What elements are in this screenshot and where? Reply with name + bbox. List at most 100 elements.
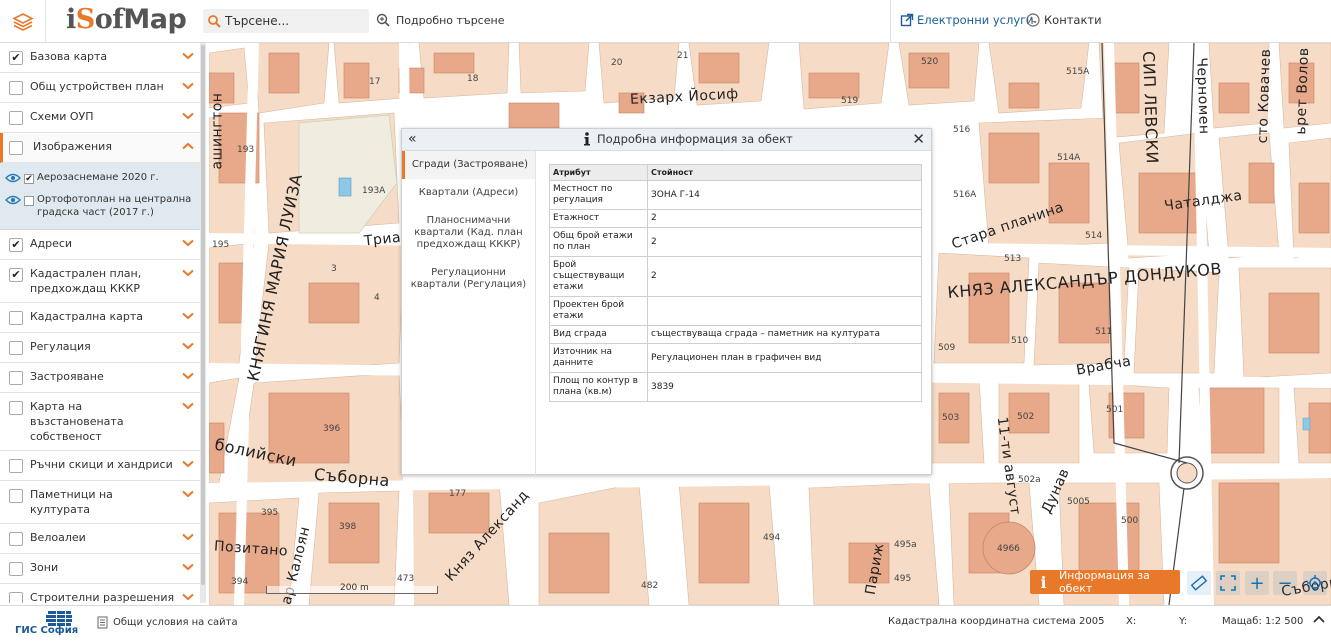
tab-regulation-quarters[interactable]: Регулационни квартали (Регулация) [402,259,535,299]
info-icon [584,132,590,146]
chevron-down-icon[interactable] [182,239,194,247]
terms-label: Общи условия на сайта [113,617,238,628]
chevron-down-icon[interactable] [182,563,194,571]
chevron-down-icon[interactable] [182,372,194,380]
chevron-down-icon[interactable] [182,533,194,541]
layer-checkbox[interactable] [9,532,23,546]
layer-row-buildings[interactable]: Застрояване [0,363,202,393]
layer-row-restored-property[interactable]: Карта на възстановената собственост [0,393,202,451]
object-info-button[interactable]: i Информация за обект [1030,569,1180,595]
attribute-cell: Източник на данните [549,343,648,373]
building-number: 193 [237,145,255,155]
contacts-link[interactable]: Контакти [1026,13,1102,27]
layer-row-monuments[interactable]: Паметници на културата [0,481,202,524]
measure-button[interactable] [1187,571,1211,595]
eservices-label: Електронни услуги [917,13,1034,27]
scrollbar-thumb[interactable] [201,45,205,585]
chevron-down-icon[interactable] [182,342,194,350]
terms-link[interactable]: Общи условия на сайта [97,616,238,629]
locate-button[interactable] [1303,571,1327,595]
layer-checkbox[interactable] [9,141,23,155]
table-row: Проектен брой етажи [549,296,922,326]
layer-row-zones[interactable]: Зони [0,554,202,584]
layer-checkbox[interactable] [9,562,23,576]
eservices-link[interactable]: Електронни услуги [900,13,1034,27]
building-number: 502а [1018,475,1041,485]
collapse-left-icon[interactable]: « [408,132,417,146]
layer-checkbox-checked[interactable]: ✔ [9,268,23,282]
chevron-down-icon[interactable] [182,490,194,498]
layers-toggle-button[interactable] [0,0,46,43]
building-number: 514А [1057,153,1081,163]
layer-checkbox-checked[interactable]: ✔ [9,238,23,252]
search-box[interactable] [203,9,369,33]
tab-buildings[interactable]: Сгради (Застрояване) [402,151,535,179]
layer-label: Изображения [33,140,112,153]
attributes-table: Атрибут Стойност Местност по регулация ЗО… [549,164,922,402]
minus-icon: − [1277,572,1293,594]
chevron-down-icon[interactable] [182,593,194,601]
chevron-down-icon[interactable] [182,112,194,120]
layer-checkbox-checked[interactable]: ✔ [9,51,23,65]
layer-row-bike-lanes[interactable]: Велоалеи [0,524,202,554]
building-number: 396 [323,424,341,434]
layer-label: Зони [30,561,59,574]
building-number: 195 [212,240,230,250]
layer-row-addresses[interactable]: ✔ Адреси [0,230,202,260]
locate-icon [1307,575,1323,591]
table-row: Брой съществуващи етажи 2 [549,256,922,297]
tab-quarters-addresses[interactable]: Квартали (Адреси) [402,179,535,207]
layer-row-base-map[interactable]: ✔ Базова карта [0,43,202,73]
zoom-in-button[interactable]: + [1245,571,1269,595]
chevron-down-icon[interactable] [182,460,194,468]
layer-checkbox[interactable] [9,592,23,603]
layer-checkbox[interactable] [9,401,23,415]
layer-row-cadastral-plan[interactable]: ✔ Кадастрален план, предхождащ КККР [0,260,202,303]
chevron-down-icon[interactable] [182,269,194,277]
layer-row-cadastral-map[interactable]: Кадастрална карта [0,303,202,333]
fullscreen-button[interactable] [1216,571,1240,595]
building-number: 516А [953,190,977,200]
layer-row-general-plan[interactable]: Общ устройствен план [0,73,202,103]
eye-icon[interactable] [5,195,21,205]
chevron-down-icon[interactable] [182,82,194,90]
advanced-search-link[interactable]: Подробно търсене [376,13,504,27]
street-label-vashington: ашингтон [209,92,226,170]
layer-checkbox[interactable] [9,81,23,95]
scale-bar: 200 m [266,583,438,596]
gis-sofia-logo[interactable]: ГИС София [15,610,78,640]
sublayer-aerial-2020[interactable]: ✔ Аерозаснемане 2020 г. [0,167,202,189]
search-input[interactable] [225,14,365,28]
contacts-label: Контакти [1044,13,1102,27]
layer-row-manual-sketches[interactable]: Ръчни скици и хандриси [0,451,202,481]
layer-row-images[interactable]: Изображения [0,133,202,163]
layer-checkbox[interactable] [9,489,23,503]
table-row: Етажност 2 [549,209,922,228]
layer-row-regulation[interactable]: Регулация [0,333,202,363]
sublayer-orthophoto-2017[interactable]: Ортофотоплан на централна градска част (… [0,189,202,223]
chevron-down-icon[interactable] [182,312,194,320]
close-icon[interactable]: ✕ [912,130,925,148]
layer-checkbox[interactable] [9,111,23,125]
popup-title: Подробна информация за обект [582,132,793,146]
scale-bar-label: 200 m [340,583,369,593]
layer-checkbox[interactable] [9,311,23,325]
sublayer-checkbox-checked[interactable]: ✔ [24,174,34,184]
app-logo[interactable]: iSofMap [66,4,187,35]
layer-checkbox[interactable] [9,371,23,385]
sublayer-checkbox[interactable] [24,196,34,206]
layer-row-oup-schemes[interactable]: Схеми ОУП [0,103,202,133]
zoom-out-button[interactable]: − [1273,571,1297,595]
chevron-up-icon[interactable] [1313,614,1325,624]
chevron-down-icon[interactable] [182,402,194,410]
layer-checkbox[interactable] [9,341,23,355]
sidebar-scrollbar[interactable] [200,43,206,603]
layer-label: Строителни разрешения [30,591,175,603]
layer-checkbox[interactable] [9,459,23,473]
tab-survey-quarters[interactable]: Планоснимачни квартали (Кад. план предхо… [402,207,535,259]
chevron-up-icon[interactable] [182,142,194,150]
chevron-down-icon[interactable] [182,52,194,60]
layer-row-building-permits[interactable]: Строителни разрешения [0,584,202,603]
eye-icon[interactable] [5,173,21,183]
table-row: Вид сграда съществуваща сграда – паметник… [549,325,922,344]
